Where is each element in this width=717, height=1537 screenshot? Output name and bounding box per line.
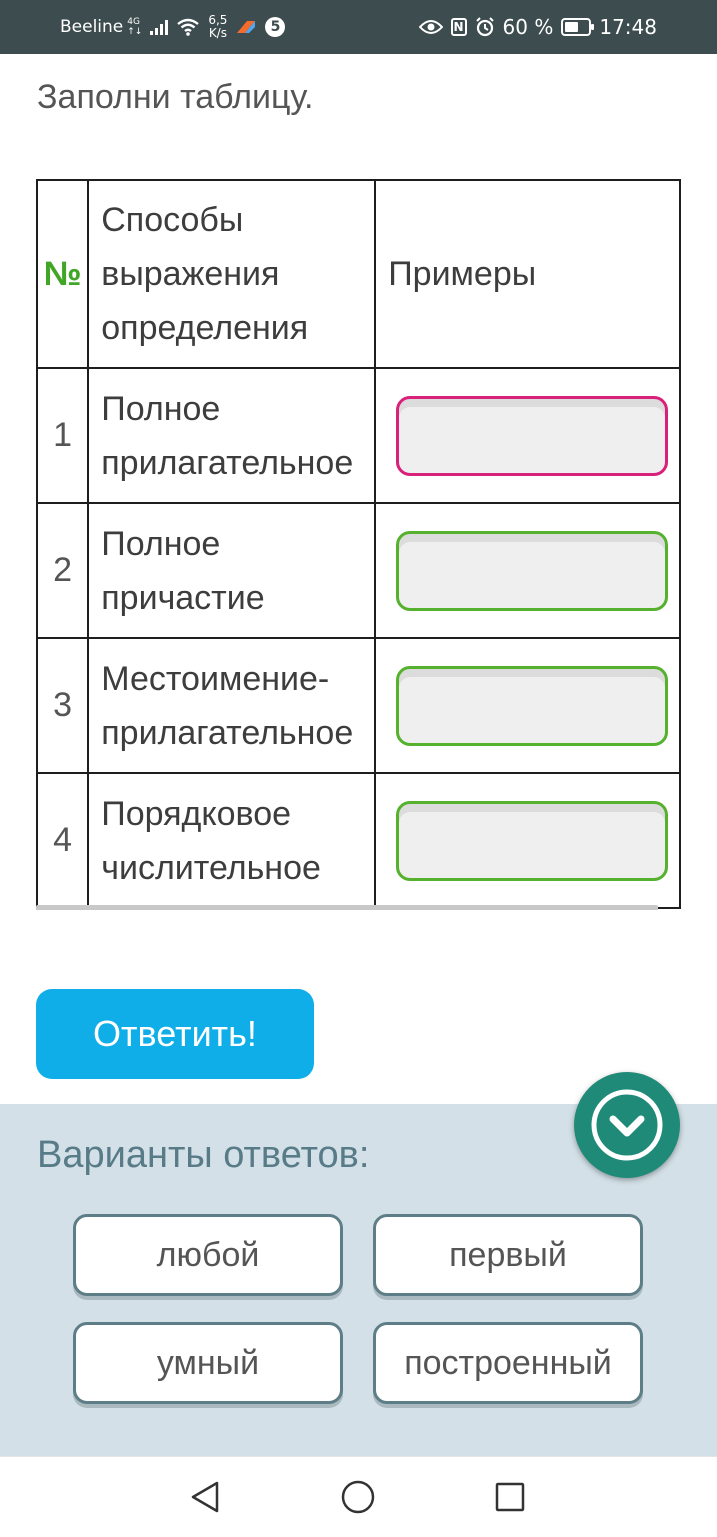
fill-table: № Способы выражения определения Примеры … xyxy=(36,179,681,910)
alarm-icon xyxy=(475,17,494,37)
submit-answer-button[interactable]: Ответить! xyxy=(36,989,314,1079)
row-way: Порядковое числительное xyxy=(87,772,377,909)
row-num: 4 xyxy=(36,772,90,909)
definition-table: № Способы выражения определения Примеры … xyxy=(36,179,681,909)
table-horizontal-scrollbar[interactable] xyxy=(36,905,658,910)
answer-drop-box[interactable] xyxy=(396,665,669,746)
answer-drop-box[interactable] xyxy=(396,395,669,476)
nfc-icon: N xyxy=(450,18,467,36)
row-example-cell xyxy=(374,637,681,774)
row-num: 1 xyxy=(36,367,90,504)
row-num: 3 xyxy=(36,637,90,774)
wifi-icon xyxy=(177,18,200,36)
carrier-label: Beeline xyxy=(60,17,124,37)
net-speed: 6,5 K/s xyxy=(208,13,228,40)
system-nav-bar xyxy=(0,1456,717,1537)
collapse-options-button[interactable] xyxy=(574,1072,680,1178)
row-example-cell xyxy=(374,367,681,504)
triangle-back-icon xyxy=(191,1481,219,1513)
battery-percent: 60 % xyxy=(502,15,554,39)
status-right: N 60 % 17:48 xyxy=(418,0,657,54)
app-notification-icon xyxy=(237,21,256,33)
row-way: Полное прилагательное xyxy=(87,367,377,504)
square-recent-icon xyxy=(495,1482,525,1512)
header-way: Способы выражения определения xyxy=(87,179,377,369)
battery-icon xyxy=(561,18,595,36)
signal-icon xyxy=(150,19,169,35)
answer-drop-box[interactable] xyxy=(396,800,669,881)
row-num: 2 xyxy=(36,502,90,639)
table-row: 4 Порядковое числительное xyxy=(36,772,681,909)
instruction-text: Заполни таблицу. xyxy=(37,78,314,116)
status-bar: Beeline 4G ↑↓ 6,5 K/s 5 N 60 % 17:48 xyxy=(0,0,717,54)
option-chip[interactable]: умный xyxy=(73,1322,343,1404)
app-badge-icon: 5 xyxy=(265,17,286,37)
option-chip[interactable]: любой xyxy=(73,1214,343,1296)
chevron-down-circle-icon xyxy=(591,1089,663,1161)
nav-back-button[interactable] xyxy=(187,1479,223,1515)
header-num: № xyxy=(36,179,90,369)
header-examples: Примеры xyxy=(374,179,681,369)
status-left: Beeline 4G ↑↓ 6,5 K/s 5 xyxy=(60,0,286,54)
eye-icon xyxy=(418,20,443,34)
nav-home-button[interactable] xyxy=(340,1479,376,1515)
table-header-row: № Способы выражения определения Примеры xyxy=(36,179,681,369)
row-example-cell xyxy=(374,772,681,909)
table-row: 3 Местоимение-прилагательное xyxy=(36,637,681,774)
clock: 17:48 xyxy=(599,15,657,39)
answer-drop-box[interactable] xyxy=(396,530,669,611)
circle-home-icon xyxy=(341,1480,375,1514)
nav-recent-button[interactable] xyxy=(492,1479,528,1515)
table-row: 2 Полное причастие xyxy=(36,502,681,639)
row-example-cell xyxy=(374,502,681,639)
row-way: Местоимение-прилагательное xyxy=(87,637,377,774)
table-row: 1 Полное прилагательное xyxy=(36,367,681,504)
row-way: Полное причастие xyxy=(87,502,377,639)
option-chip[interactable]: первый xyxy=(373,1214,643,1296)
network-type: 4G ↑↓ xyxy=(127,17,143,37)
options-title: Варианты ответов: xyxy=(37,1134,370,1176)
option-chip[interactable]: построенный xyxy=(373,1322,643,1404)
